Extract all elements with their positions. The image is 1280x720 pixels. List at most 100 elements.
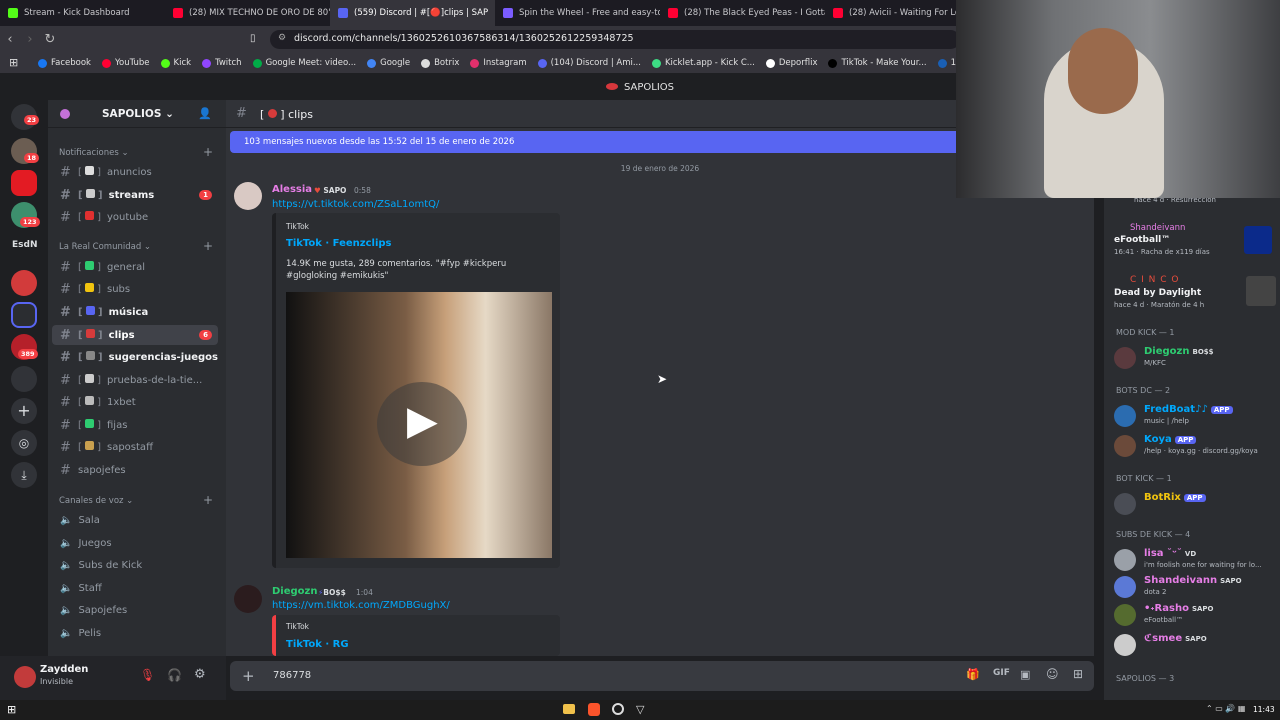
add-member-icon[interactable]: 👤 [198, 107, 212, 120]
voice-channel-item[interactable]: 🔈 Subs de Kick [52, 555, 218, 575]
browser-tab[interactable]: (28) MIX TECHNO DE ORO DE 80's & [165, 0, 330, 26]
windows-start-icon[interactable]: ⊞ [7, 703, 16, 716]
channel-emoji-icon [84, 441, 94, 450]
member-row[interactable]: •˖Rasho SAPO eFootball™ [1114, 601, 1274, 629]
site-info-icon[interactable]: ⚙ [278, 33, 286, 43]
message-link[interactable]: https://vt.tiktok.com/ZSaL1omtQ/ [272, 199, 439, 210]
add-channel-icon[interactable]: + [203, 239, 213, 253]
brave-browser-icon[interactable] [588, 703, 600, 716]
add-channel-icon[interactable]: + [203, 145, 213, 159]
reload-icon[interactable]: ↻ [40, 32, 60, 47]
voice-channel-item[interactable]: 🔈 Sapojefes [52, 600, 218, 620]
game-thumbnail [1244, 226, 1272, 254]
attach-plus-icon[interactable]: + [242, 667, 255, 685]
avatar[interactable] [234, 182, 262, 210]
channel-item[interactable]: # [ ] youtube [52, 207, 218, 227]
emoji-icon[interactable]: ☺ [1046, 667, 1059, 681]
settings-gear-icon[interactable]: ⚙ [194, 667, 206, 682]
server-label[interactable]: EsdN [12, 240, 37, 250]
address-bar[interactable]: ⚙ discord.com/channels/13602526103675863… [270, 30, 960, 49]
activity-card[interactable]: C I N C O Dead by Daylight hace 4 d · Ma… [1114, 274, 1276, 310]
gif-icon[interactable]: GIF [993, 668, 1010, 678]
tab-favicon-icon [668, 8, 678, 18]
forward-icon[interactable]: › [20, 32, 40, 47]
channel-item[interactable]: # [ ] música [52, 302, 218, 322]
channel-item[interactable]: # [ ] fijas [52, 415, 218, 435]
play-button-icon[interactable]: ▶ [377, 382, 467, 466]
member-row[interactable]: Koya APP/help · koya.gg · discord.gg/koya [1114, 432, 1274, 460]
voice-channel-item[interactable]: 🔈 Sala [52, 510, 218, 530]
sticker-icon[interactable]: ▣ [1020, 668, 1030, 681]
explore-icon[interactable]: ◎ [11, 430, 37, 456]
member-row[interactable]: Shandeivann SAPO dota 2 [1114, 573, 1274, 601]
message-input[interactable]: + 786778 🎁 GIF ▣ ☺ ⊞ [230, 661, 1094, 691]
bookmark-item[interactable]: Facebook [38, 58, 91, 68]
channel-item[interactable]: # sapojefes [52, 460, 218, 480]
gift-icon[interactable]: 🎁 [966, 668, 980, 681]
bookmark-item[interactable]: TikTok - Make Your... [828, 58, 927, 68]
bookmark-item[interactable]: Kick [160, 58, 191, 68]
channel-category[interactable]: La Real Comunidad ⌄ [59, 242, 151, 252]
bookmark-item[interactable]: YouTube [101, 58, 150, 68]
member-row[interactable]: Diegozn BO$$ M/KFC [1114, 344, 1274, 372]
headphones-icon[interactable]: 🎧 [167, 668, 182, 682]
voice-channel-item[interactable]: 🔈 Staff [52, 578, 218, 598]
video-thumbnail[interactable]: ▶ [286, 292, 552, 558]
apps-icon[interactable]: ⊞ [1073, 667, 1083, 681]
avatar[interactable] [14, 666, 36, 688]
channel-item[interactable]: # [ ] general [52, 257, 218, 277]
member-row[interactable]: FredBoat♪♪ APP music | /help [1114, 402, 1274, 430]
bookmark-icon[interactable]: ▯ [250, 33, 256, 44]
channel-item[interactable]: # [ ] streams 1 [52, 185, 218, 205]
channel-item[interactable]: # [ ] clips 6 [52, 325, 218, 345]
member-row[interactable]: lisa ˘ᵕ˘ VD i'm foolish one for waiting fo… [1114, 546, 1274, 574]
back-icon[interactable]: ‹ [0, 32, 20, 47]
message-link[interactable]: https://vm.tiktok.com/ZMDBGughX/ [272, 600, 450, 611]
add-channel-icon[interactable]: + [203, 493, 213, 507]
embed-title[interactable]: TikTok · Feenzclips [286, 238, 392, 249]
mute-icon[interactable]: 🎙 [140, 668, 155, 682]
channel-category[interactable]: Canales de voz ⌄ [59, 496, 133, 506]
voice-channel-item[interactable]: 🔈 Pelis [52, 623, 218, 643]
obs-icon[interactable] [612, 703, 624, 715]
bookmark-item[interactable]: Botrix [421, 58, 459, 68]
bookmark-item[interactable]: (104) Discord | Ami... [537, 58, 641, 68]
server-header[interactable]: SAPOLIOS ⌄ 👤 [48, 100, 226, 128]
file-explorer-icon[interactable] [563, 704, 575, 714]
message-author[interactable]: Alessia [272, 184, 312, 195]
bookmark-item[interactable]: Google [367, 58, 410, 68]
bookmark-item[interactable]: Kicklet.app - Kick C... [651, 58, 755, 68]
avatar[interactable] [234, 585, 262, 613]
member-row[interactable]: BotRix APP [1114, 490, 1274, 518]
browser-tab[interactable]: (28) The Black Eyed Peas - I Gotta Fe [660, 0, 825, 26]
browser-tab[interactable]: Spin the Wheel - Free and easy-to-u [495, 0, 660, 26]
channel-item[interactable]: # [ ] sugerencias-juegos [52, 347, 218, 367]
bookmark-item[interactable]: Instagram [470, 58, 527, 68]
server-icon[interactable] [11, 270, 37, 296]
channel-category[interactable]: Notificaciones ⌄ [59, 148, 129, 158]
download-icon[interactable]: ⤓ [11, 462, 37, 488]
browser-tab[interactable]: (559) Discord | #[🔴]clips | SAP× [330, 0, 495, 26]
bookmark-label: Instagram [483, 58, 527, 68]
embed-title[interactable]: TikTok · RG [286, 639, 349, 650]
apps-grid-icon[interactable]: ⊞ [9, 56, 18, 69]
message-author[interactable]: Diegozn [272, 586, 317, 597]
add-server-icon[interactable]: + [11, 398, 37, 424]
channel-item[interactable]: # [ ] sapostaff [52, 437, 218, 457]
bookmark-item[interactable]: Google Meet: video... [252, 58, 356, 68]
channel-item[interactable]: # [ ] anuncios [52, 162, 218, 182]
browser-tab[interactable]: Stream - Kick Dashboard [0, 0, 165, 26]
new-messages-bar[interactable]: 103 mensajes nuevos desde las 15:52 del … [230, 131, 956, 153]
member-row[interactable]: ℭsmee SAPO [1114, 631, 1274, 659]
channel-item[interactable]: # [ ] pruebas-de-la-tie... [52, 370, 218, 390]
bookmark-item[interactable]: Twitch [202, 58, 242, 68]
app-icon[interactable]: ▽ [636, 703, 644, 716]
server-folder-icon[interactable] [11, 302, 37, 328]
channel-item[interactable]: # [ ] subs [52, 279, 218, 299]
activity-card[interactable]: Shandeivann eFootball™ 16:41 · Racha de … [1114, 222, 1274, 258]
voice-channel-item[interactable]: 🔈 Juegos [52, 533, 218, 553]
bookmark-item[interactable]: Deporflix [765, 58, 817, 68]
channel-item[interactable]: # [ ] 1xbet [52, 392, 218, 412]
discover-icon[interactable] [11, 366, 37, 392]
server-icon[interactable] [11, 170, 37, 196]
